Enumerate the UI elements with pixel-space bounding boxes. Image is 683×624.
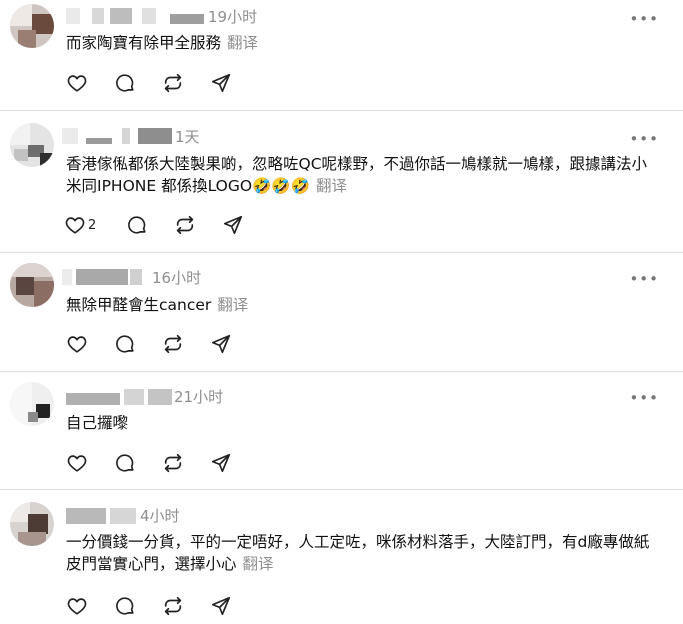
avatar[interactable] bbox=[10, 123, 54, 167]
post-time: 21小时 bbox=[174, 388, 224, 406]
post-text: 香港傢俬都係大陸製果啲，忽略咗QC呢樣野，不過你話一鳩樣就一鳩樣，跟據講法小米同… bbox=[66, 155, 648, 195]
translate-link[interactable]: 翻译 bbox=[217, 296, 248, 314]
action-bar bbox=[64, 71, 234, 95]
reply-button[interactable] bbox=[124, 213, 150, 237]
repost-button[interactable] bbox=[160, 71, 186, 95]
action-bar bbox=[64, 451, 234, 475]
post-text: 無除甲醛會生cancer bbox=[66, 296, 212, 314]
action-bar bbox=[64, 594, 234, 618]
reply-button[interactable] bbox=[112, 451, 138, 475]
post: 21小时 ••• 自己攞嚟 bbox=[0, 372, 683, 490]
like-button[interactable] bbox=[64, 451, 90, 475]
post-time: 1天 bbox=[175, 128, 200, 146]
like-button[interactable] bbox=[64, 594, 90, 618]
post: 19小时 ••• 而家陶寶有除甲全服務 翻译 bbox=[0, 0, 683, 111]
translate-link[interactable]: 翻译 bbox=[227, 34, 258, 52]
more-horizontal-icon[interactable]: ••• bbox=[629, 12, 659, 27]
reply-button[interactable] bbox=[112, 332, 138, 356]
post-text-container: 一分價錢一分貨，平的一定唔好，人工定咗，咪係材料落手，大陸訂門，有d廠專做紙皮門… bbox=[66, 531, 661, 575]
send-icon bbox=[211, 596, 231, 616]
heart-icon bbox=[67, 75, 87, 92]
send-icon bbox=[223, 215, 243, 235]
share-button[interactable] bbox=[208, 594, 234, 618]
repost-icon bbox=[164, 453, 182, 473]
post: 16小时 ••• 無除甲醛會生cancer 翻译 bbox=[0, 253, 683, 372]
heart-icon bbox=[67, 336, 87, 353]
send-icon bbox=[211, 73, 231, 93]
comment-icon bbox=[116, 597, 134, 615]
post-text-container: 自己攞嚟 bbox=[66, 412, 661, 434]
username-blurred[interactable] bbox=[66, 8, 206, 26]
comment-icon bbox=[116, 454, 134, 472]
share-button[interactable] bbox=[208, 332, 234, 356]
username-blurred[interactable] bbox=[66, 508, 138, 526]
post-time: 4小时 bbox=[140, 507, 180, 525]
reply-button[interactable] bbox=[112, 594, 138, 618]
post-text: 自己攞嚟 bbox=[66, 414, 129, 432]
like-count: 2 bbox=[88, 217, 97, 233]
repost-button[interactable] bbox=[160, 594, 186, 618]
post-text: 而家陶寶有除甲全服務 bbox=[66, 34, 222, 52]
like-button[interactable] bbox=[64, 332, 90, 356]
heart-icon bbox=[67, 598, 87, 615]
repost-button[interactable] bbox=[160, 451, 186, 475]
post-text: 一分價錢一分貨，平的一定唔好，人工定咗，咪係材料落手，大陸訂門，有d廠專做紙皮門… bbox=[66, 533, 650, 573]
heart-icon bbox=[67, 455, 87, 472]
avatar[interactable] bbox=[10, 382, 54, 426]
send-icon bbox=[211, 453, 231, 473]
repost-icon bbox=[164, 596, 182, 616]
more-horizontal-icon[interactable]: ••• bbox=[629, 272, 659, 287]
avatar[interactable] bbox=[10, 502, 54, 546]
post: 4小时 一分價錢一分貨，平的一定唔好，人工定咗，咪係材料落手，大陸訂門，有d廠專… bbox=[0, 490, 683, 624]
translate-link[interactable]: 翻译 bbox=[243, 555, 274, 573]
username-blurred[interactable] bbox=[62, 128, 174, 146]
repost-icon bbox=[164, 334, 182, 354]
post-time: 19小时 bbox=[208, 8, 258, 26]
repost-button[interactable] bbox=[172, 213, 198, 237]
send-icon bbox=[211, 334, 231, 354]
repost-icon bbox=[176, 215, 194, 235]
avatar[interactable] bbox=[10, 4, 54, 48]
username-blurred[interactable] bbox=[62, 269, 144, 287]
share-button[interactable] bbox=[208, 451, 234, 475]
share-button[interactable] bbox=[208, 71, 234, 95]
heart-icon bbox=[65, 217, 85, 234]
like-button[interactable]: 2 bbox=[64, 213, 106, 237]
post-text-container: 而家陶寶有除甲全服務 翻译 bbox=[66, 32, 661, 54]
action-bar bbox=[64, 332, 234, 356]
reply-button[interactable] bbox=[112, 71, 138, 95]
username-blurred[interactable] bbox=[66, 389, 174, 407]
post: 1天 ••• 香港傢俬都係大陸製果啲，忽略咗QC呢樣野，不過你話一鳩樣就一鳩樣，… bbox=[0, 111, 683, 253]
repost-button[interactable] bbox=[160, 332, 186, 356]
post-text-container: 香港傢俬都係大陸製果啲，忽略咗QC呢樣野，不過你話一鳩樣就一鳩樣，跟據講法小米同… bbox=[66, 153, 661, 197]
action-bar: 2 bbox=[64, 213, 246, 237]
more-horizontal-icon[interactable]: ••• bbox=[629, 132, 659, 147]
share-button[interactable] bbox=[220, 213, 246, 237]
comment-icon bbox=[116, 74, 134, 92]
like-button[interactable] bbox=[64, 71, 90, 95]
post-text-container: 無除甲醛會生cancer 翻译 bbox=[66, 294, 661, 316]
repost-icon bbox=[164, 73, 182, 93]
avatar[interactable] bbox=[10, 263, 54, 307]
comment-icon bbox=[128, 216, 146, 234]
post-time: 16小时 bbox=[152, 269, 202, 287]
more-horizontal-icon[interactable]: ••• bbox=[629, 391, 659, 406]
translate-link[interactable]: 翻译 bbox=[316, 177, 347, 195]
comment-icon bbox=[116, 335, 134, 353]
